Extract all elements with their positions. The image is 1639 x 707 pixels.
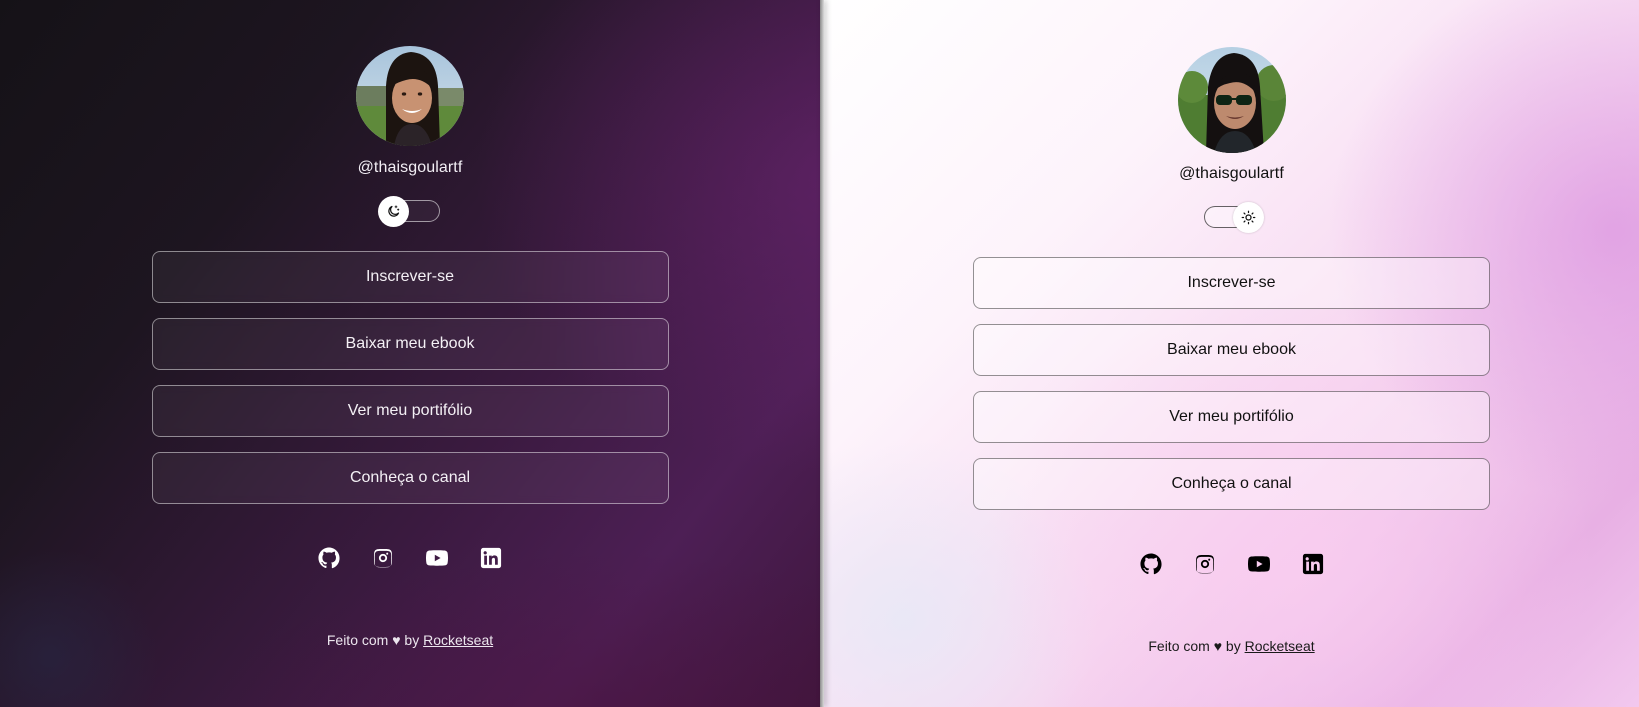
channel-button[interactable]: Conheça o canal	[151, 452, 669, 504]
footer-text: Feito com ♥ by	[326, 632, 424, 648]
linkedin-icon	[1302, 553, 1323, 575]
list-item: Inscrever-se	[973, 257, 1490, 309]
moon-icon	[388, 205, 400, 217]
list-item: Ver meu portifólio	[151, 385, 669, 437]
github-icon	[1139, 553, 1162, 575]
avatar-image	[1177, 47, 1286, 153]
list-item: Inscrever-se	[151, 251, 669, 303]
linkedin-icon	[480, 547, 502, 569]
sun-icon	[1241, 210, 1255, 225]
profile-avatar	[1177, 47, 1286, 153]
youtube-link[interactable]	[1247, 552, 1271, 576]
linkedin-link[interactable]	[1301, 552, 1325, 576]
theme-toggle[interactable]	[378, 195, 442, 227]
theme-toggle-knob[interactable]	[378, 196, 409, 227]
profile-avatar	[356, 46, 464, 146]
rocketseat-link[interactable]: Rocketseat	[423, 632, 493, 648]
download-ebook-button[interactable]: Baixar meu ebook	[973, 324, 1490, 376]
dark-page-content: @thaisgoulartf Inscrever-se Baixar meu e…	[0, 46, 820, 648]
instagram-icon	[1195, 555, 1214, 574]
github-link[interactable]	[1139, 552, 1163, 576]
view-portfolio-button[interactable]: Ver meu portifólio	[151, 385, 669, 437]
rocketseat-link[interactable]: Rocketseat	[1245, 638, 1315, 654]
list-item: Baixar meu ebook	[973, 324, 1490, 376]
dark-theme-page: @thaisgoulartf Inscrever-se Baixar meu e…	[0, 0, 820, 707]
linkedin-link[interactable]	[479, 546, 503, 570]
youtube-icon	[1247, 556, 1270, 572]
light-theme-page: @thaisgoulartf Inscrever-se Baixar meu e…	[824, 0, 1639, 707]
instagram-icon	[374, 549, 392, 568]
instagram-link[interactable]	[371, 546, 395, 570]
subscribe-button[interactable]: Inscrever-se	[973, 257, 1490, 309]
light-page-content: @thaisgoulartf Inscrever-se Baixar meu e…	[824, 47, 1639, 654]
youtube-link[interactable]	[425, 546, 449, 570]
theme-toggle-knob[interactable]	[1232, 202, 1264, 233]
social-links	[824, 552, 1639, 576]
subscribe-button[interactable]: Inscrever-se	[151, 251, 669, 303]
list-item: Baixar meu ebook	[151, 318, 669, 370]
youtube-icon	[426, 550, 448, 566]
channel-button[interactable]: Conheça o canal	[973, 458, 1490, 510]
list-item: Conheça o canal	[151, 452, 669, 504]
profile-handle: @thaisgoulartf	[357, 159, 463, 176]
social-links	[0, 546, 820, 570]
list-item: Conheça o canal	[973, 458, 1490, 510]
instagram-link[interactable]	[1193, 552, 1217, 576]
list-item: Ver meu portifólio	[973, 391, 1490, 443]
profile-handle: @thaisgoulartf	[1179, 165, 1284, 182]
download-ebook-button[interactable]: Baixar meu ebook	[151, 318, 669, 370]
page-footer: Feito com ♥ by Rocketseat	[0, 632, 820, 648]
avatar-image	[356, 46, 464, 146]
github-icon	[318, 547, 340, 569]
github-link[interactable]	[317, 546, 341, 570]
link-list: Inscrever-se Baixar meu ebook Ver meu po…	[151, 251, 669, 504]
footer-text: Feito com ♥ by	[1148, 638, 1245, 654]
theme-toggle[interactable]	[1200, 201, 1264, 233]
view-portfolio-button[interactable]: Ver meu portifólio	[973, 391, 1490, 443]
panel-divider	[820, 0, 824, 707]
link-list: Inscrever-se Baixar meu ebook Ver meu po…	[973, 257, 1490, 510]
page-footer: Feito com ♥ by Rocketseat	[824, 638, 1639, 654]
